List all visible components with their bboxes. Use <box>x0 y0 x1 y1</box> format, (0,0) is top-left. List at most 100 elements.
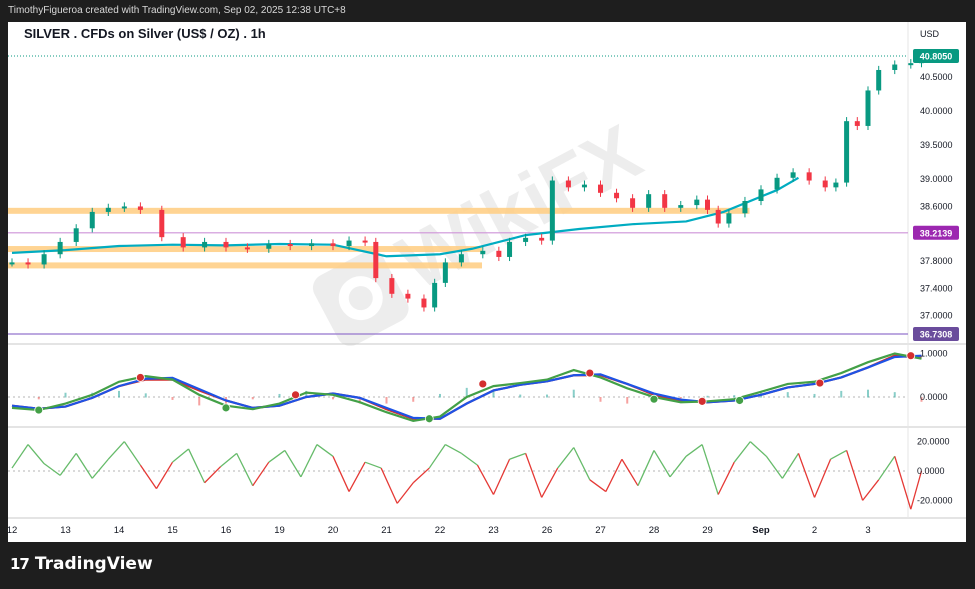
oscillator-2-segment <box>509 452 526 460</box>
oscillator-2-tick-label: 0.0000 <box>917 466 945 476</box>
candle-body <box>244 247 250 250</box>
oscillator-tick-label: 1.0000 <box>920 349 948 359</box>
candle-body <box>854 121 860 126</box>
svg-text:WikiFX: WikiFX <box>384 107 654 306</box>
oscillator-2-segment <box>461 452 478 466</box>
candle-body <box>742 200 748 214</box>
histogram-bar <box>546 394 548 398</box>
brand-name: TradingView <box>34 554 153 574</box>
tradingview-brand[interactable]: 17 TradingView <box>10 554 153 574</box>
chart-svg[interactable]: WikiFX SILVER . CFDs on Silver (US$ / OZ… <box>8 22 966 542</box>
oscillator-2-segment <box>252 461 270 487</box>
candle-body <box>330 243 336 247</box>
oscillator-2-segment <box>878 455 896 481</box>
chart-panel[interactable]: WikiFX SILVER . CFDs on Silver (US$ / OZ… <box>8 22 966 542</box>
oscillator-2-segment <box>155 461 174 489</box>
time-tick-label: 27 <box>595 525 606 536</box>
oscillator-2-segment <box>348 461 366 492</box>
candle-body <box>389 278 395 294</box>
oscillator-2-segment <box>187 448 206 484</box>
oscillator-2-segment <box>123 441 141 466</box>
oscillator-2-segment <box>813 458 832 498</box>
candle-body <box>25 262 31 265</box>
time-tick-label: 3 <box>865 525 870 536</box>
crossover-marker <box>906 351 916 361</box>
oscillator-2-segment <box>541 467 559 498</box>
time-tick-label: 26 <box>542 525 553 536</box>
oscillator-line <box>11 354 922 420</box>
oscillator-2-segment <box>396 482 414 504</box>
candle-body <box>646 194 652 208</box>
chart-credit: TimothyFigueroa created with TradingView… <box>8 5 346 16</box>
oscillator-2-segment <box>59 452 77 476</box>
price-labels: 40.8050 38.2139 36.7308 <box>913 49 959 341</box>
candle-body <box>705 199 710 210</box>
candle-body <box>822 180 828 188</box>
time-tick-label: 20 <box>328 525 339 536</box>
histogram-bar <box>64 392 67 398</box>
crossover-marker <box>291 390 300 400</box>
candle-body <box>362 240 368 243</box>
histogram-bar <box>412 397 415 402</box>
wikifx-watermark: WikiFX <box>312 107 654 346</box>
oscillator-2-segment <box>220 452 238 468</box>
price-tick-label: 37.4000 <box>920 283 953 293</box>
oscillator-2-segment <box>781 453 799 479</box>
oscillator-2-segment <box>605 458 623 492</box>
oscillator-2-segment <box>75 453 93 479</box>
time-tick-label: 29 <box>702 525 713 536</box>
oscillator-2-segment <box>204 466 222 484</box>
time-tick-label: 21 <box>381 525 392 536</box>
oscillator-2-tick-label: -20.0000 <box>917 495 953 505</box>
histogram-bar <box>278 393 281 398</box>
time-tick-label: 2 <box>812 525 817 536</box>
oscillator-2-tick-label: 20.0000 <box>917 437 950 447</box>
candle-body <box>57 241 63 255</box>
candle-body <box>432 282 438 308</box>
oscillator-2-segment <box>589 479 607 493</box>
histogram-bar <box>867 389 869 398</box>
histogram-bar <box>572 389 575 398</box>
candle-body <box>73 228 79 242</box>
oscillator-2-segment <box>43 463 61 476</box>
candle-body <box>223 241 229 248</box>
resistance-zone <box>8 207 750 214</box>
price-tick-label: 40.0000 <box>920 106 953 116</box>
candle-body <box>373 241 379 279</box>
oscillator-2-segment <box>717 461 735 495</box>
candle-body <box>876 69 882 91</box>
time-tick-label: 15 <box>167 525 178 536</box>
candle-body <box>790 172 796 178</box>
oscillator-2-segment <box>637 450 655 486</box>
oscillator-2-segment <box>524 453 543 498</box>
candle-body <box>774 177 780 190</box>
time-tick-label: Sep <box>752 525 770 536</box>
crossover-marker <box>478 379 488 389</box>
price-label-text: 40.8050 <box>920 52 953 62</box>
price-tick-label: 37.0000 <box>920 311 953 321</box>
candle-body <box>480 250 486 255</box>
candle-body <box>496 250 502 257</box>
oscillator-2-segment <box>701 444 719 495</box>
oscillator-2-pane: 20.0000 0.0000 -20.0000 <box>8 437 953 510</box>
oscillator-2-segment <box>445 443 462 454</box>
candle-body <box>458 254 464 263</box>
crossover-marker <box>735 396 744 405</box>
candle-body <box>266 243 272 249</box>
crossover-marker <box>424 414 434 424</box>
candle-body <box>678 205 684 208</box>
oscillator-2-segment <box>862 479 880 501</box>
histogram-bar <box>893 392 896 398</box>
time-axis: 12 13 14 15 16 19 20 21 22 23 26 27 28 29 Sep 2 3 <box>8 525 871 536</box>
crossover-marker <box>34 405 44 415</box>
crossover-marker <box>649 394 659 404</box>
oscillator-2-segment <box>476 464 495 495</box>
histogram-bar <box>144 393 147 398</box>
candle-body <box>614 192 620 199</box>
histogram-bar <box>519 394 522 398</box>
time-tick-label: 28 <box>649 525 660 536</box>
histogram-bar <box>198 397 201 406</box>
time-tick-label: 13 <box>60 525 71 536</box>
top-bar: TimothyFigueroa created with TradingView… <box>0 0 975 22</box>
oscillator-2-segment <box>749 441 767 457</box>
